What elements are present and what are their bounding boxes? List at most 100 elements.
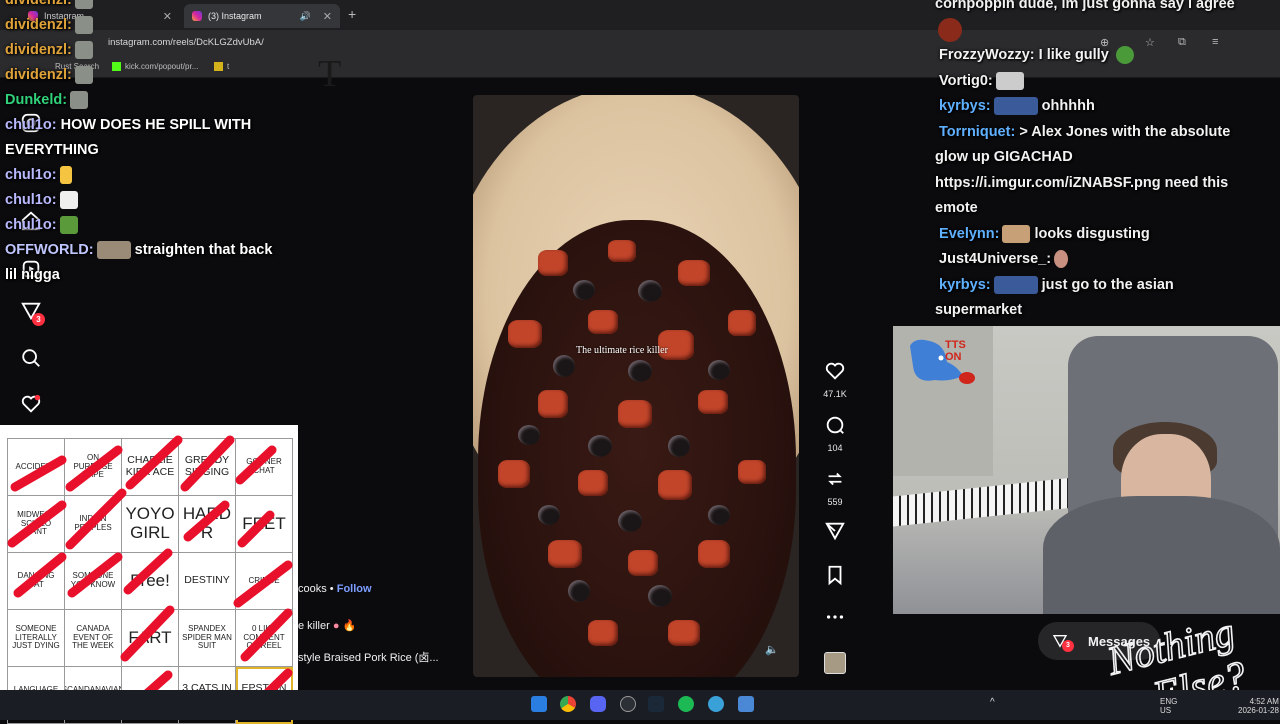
more-icon	[826, 615, 844, 619]
repost-count: 559	[827, 497, 843, 507]
egg	[553, 355, 575, 377]
browser-icon[interactable]	[708, 696, 724, 712]
chat-message: cornpoppin dude, im just gonna say i agr…	[935, 0, 1235, 12]
chat-message: dividenzl:	[5, 38, 325, 63]
settings-icon[interactable]	[620, 696, 636, 712]
chat-message: chul1o:	[5, 188, 325, 213]
chat-message: dividenzl:	[5, 13, 325, 38]
chat-message: dividenzl:	[5, 63, 325, 88]
emote-icon	[74, 66, 93, 85]
bingo-cell: SOMEONE YOU KNOW	[65, 553, 122, 610]
egg	[588, 435, 612, 457]
new-tab-button[interactable]: +	[348, 6, 356, 22]
chair-logo-icon: T	[318, 53, 342, 95]
egg	[668, 435, 690, 457]
food-chunk	[728, 310, 756, 336]
chat-message: kyrbys: ohhhhh	[939, 97, 1095, 116]
language-indicator[interactable]: ENG US	[1160, 697, 1177, 715]
chat-message: Evelynn: looks disgusting	[939, 224, 1150, 243]
volume-icon[interactable]: 🔈	[765, 643, 779, 656]
bingo-card: ACCIDENT ON PURPOSE RAPE CHARLIE KIRK ACE G…	[0, 425, 298, 724]
bingo-cell: DESTINY	[179, 553, 236, 610]
egg	[708, 360, 730, 380]
tray-overflow-icon[interactable]: ^	[990, 697, 995, 708]
bingo-cell: GREEDY SINGING	[179, 439, 236, 496]
discord-icon[interactable]	[590, 696, 606, 712]
bingo-grid: ACCIDENT ON PURPOSE RAPE CHARLIE KIRK ACE G…	[7, 438, 293, 724]
bookmark-icon	[828, 565, 842, 586]
pepe-emote-icon	[1115, 46, 1134, 65]
egg	[568, 580, 590, 602]
video-caption-overlay: The ultimate rice killer	[576, 345, 668, 356]
follow-button[interactable]: Follow	[337, 583, 372, 595]
chat-message: chul1o:	[5, 163, 325, 188]
chat-message: kyrbys: just go to the asian	[939, 275, 1174, 294]
food-chunk	[698, 390, 728, 414]
egg	[628, 360, 652, 382]
bingo-cell: FEET	[236, 496, 293, 553]
post-author[interactable]: cooks • Follow	[298, 583, 372, 595]
bingo-cell: SPANDEX SPIDER MAN SUIT	[179, 610, 236, 667]
save-button[interactable]	[822, 564, 848, 591]
chat-message-continued: EVERYTHING	[5, 142, 99, 158]
clock[interactable]: 4:52 AM 2026-01-28	[1238, 697, 1279, 715]
comment-button[interactable]: 104	[822, 414, 848, 453]
spotify-icon[interactable]	[678, 696, 694, 712]
egg	[573, 280, 595, 300]
bingo-cell: MIDWEST SCHIZO RANT	[8, 496, 65, 553]
chat-message-continued: supermarket	[935, 302, 1023, 318]
messages-badge: 3	[1062, 640, 1074, 652]
heart-icon	[825, 362, 845, 380]
food-chunk	[668, 620, 700, 646]
chat-message: Just4Universe_:	[935, 247, 1265, 273]
app-icon[interactable]	[738, 696, 754, 712]
food-chunk	[738, 460, 766, 484]
bingo-cell: ACCIDENT	[8, 439, 65, 496]
bingo-cell: Free!	[122, 553, 179, 610]
notification-badge: 3	[32, 313, 45, 326]
food-chunk	[578, 470, 608, 496]
bingo-cell: FART	[122, 610, 179, 667]
emote-icon	[59, 166, 72, 185]
windows-start-icon[interactable]	[531, 696, 547, 712]
repost-button[interactable]: 559	[822, 468, 848, 507]
chat-message-continued: emote	[935, 200, 978, 216]
heart-icon[interactable]	[20, 393, 42, 420]
food-chunk	[548, 540, 582, 568]
bingo-cell: 0 LIKE COMMENT OR REEL	[236, 610, 293, 667]
emote-icon	[74, 16, 93, 35]
bingo-cell: INDIAN PEOPLES	[65, 496, 122, 553]
like-button[interactable]: 47.1K	[822, 360, 848, 399]
emote-icon	[1054, 250, 1069, 269]
chat-message: chul1o:	[5, 213, 325, 238]
food-chunk	[618, 400, 652, 428]
chat-message: dividenzl:	[5, 0, 325, 13]
chat-overlay-left: dividenzl: dividenzl: dividenzl: dividen…	[5, 0, 325, 288]
bingo-cell: GOONER CHAT	[236, 439, 293, 496]
egg	[638, 280, 662, 302]
chat-message: Vortig0:	[935, 69, 1265, 95]
post-caption-line: style Braised Pork Rice (卤...	[298, 652, 439, 664]
audio-thumbnail[interactable]	[824, 652, 846, 674]
emote-icon	[995, 71, 1024, 90]
food-chunk	[608, 240, 636, 262]
chat-message: FrozzyWozzy: I like gully	[935, 43, 1265, 69]
chat-message	[935, 17, 1265, 44]
food-chunk	[588, 310, 618, 334]
reel-video[interactable]: The ultimate rice killer 🔈	[473, 95, 799, 677]
search-icon[interactable]	[20, 347, 42, 374]
comment-count: 104	[827, 443, 843, 453]
egg	[538, 505, 560, 525]
bingo-cell: HARD R	[179, 496, 236, 553]
pot-contents	[478, 220, 796, 677]
food-chunk	[538, 390, 568, 418]
emote-icon	[70, 91, 89, 110]
food-chunk	[588, 620, 618, 646]
chrome-icon[interactable]	[560, 696, 576, 712]
steam-icon[interactable]	[648, 696, 664, 712]
chat-message-continued: https://i.imgur.com/iZNABSF.png need thi…	[935, 174, 1229, 191]
send-icon	[825, 522, 845, 541]
egg	[618, 510, 642, 532]
more-button[interactable]	[822, 606, 848, 633]
share-button[interactable]	[822, 520, 848, 547]
